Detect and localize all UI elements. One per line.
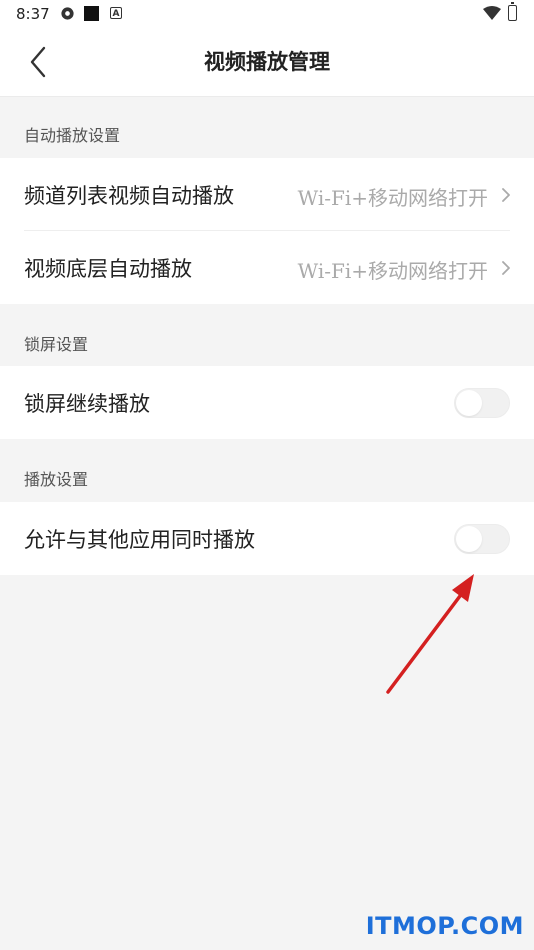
a-notification-icon: A — [110, 7, 122, 19]
status-bar: 8:37 A — [0, 0, 534, 28]
allow-concurrent-play-row: 允许与其他应用同时播放 — [0, 502, 534, 575]
section-label-autoplay: 自动播放设置 — [24, 126, 121, 145]
row-label: 锁屏继续播放 — [24, 392, 150, 416]
watermark-logo: ITMOP.COM — [365, 912, 524, 940]
lockscreen-continue-play-row: 锁屏继续播放 — [0, 366, 534, 439]
settings-status-icon — [61, 7, 74, 20]
concurrent-play-toggle[interactable] — [454, 524, 510, 554]
notification-square-icon — [84, 6, 99, 21]
section-label-lockscreen: 锁屏设置 — [24, 335, 89, 354]
lockscreen-play-toggle[interactable] — [454, 388, 510, 418]
section-label-playback: 播放设置 — [24, 470, 89, 489]
wifi-icon — [483, 6, 501, 20]
screen: 8:37 A 视频播放管理 自动播放设置 频道列表视频自动播放 Wi-Fi+移动… — [0, 0, 534, 950]
battery-icon — [508, 2, 517, 21]
status-time: 8:37 — [16, 5, 50, 23]
toggle-knob — [456, 526, 482, 552]
row-label: 允许与其他应用同时播放 — [24, 528, 255, 552]
row-label: 视频底层自动播放 — [24, 257, 192, 281]
channel-list-autoplay-row[interactable]: 频道列表视频自动播放 Wi-Fi+移动网络打开 — [0, 158, 534, 231]
app-header: 视频播放管理 — [0, 28, 534, 97]
autoplay-settings-group: 频道列表视频自动播放 Wi-Fi+移动网络打开 视频底层自动播放 Wi-Fi+移… — [0, 158, 534, 304]
video-bottom-autoplay-row[interactable]: 视频底层自动播放 Wi-Fi+移动网络打开 — [0, 231, 534, 304]
chevron-right-icon — [502, 261, 510, 275]
playback-settings-group: 允许与其他应用同时播放 — [0, 502, 534, 575]
chevron-right-icon — [502, 188, 510, 202]
row-value: Wi-Fi+移动网络打开 — [297, 259, 488, 283]
toggle-knob — [456, 390, 482, 416]
row-value: Wi-Fi+移动网络打开 — [297, 186, 488, 210]
lockscreen-settings-group: 锁屏继续播放 — [0, 366, 534, 439]
row-label: 频道列表视频自动播放 — [24, 184, 234, 208]
annotation-arrow-icon — [386, 574, 474, 694]
page-title: 视频播放管理 — [204, 50, 330, 74]
